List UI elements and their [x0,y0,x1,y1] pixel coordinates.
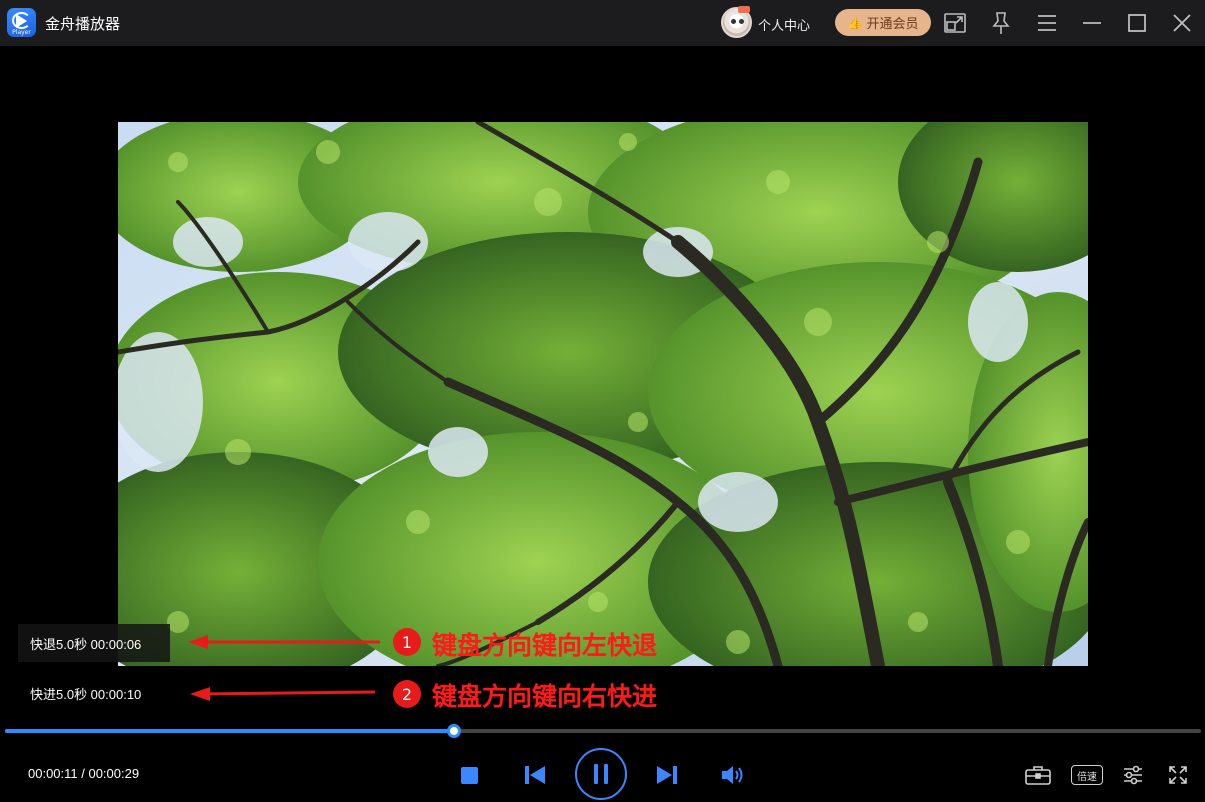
control-bar: 00:00:11 / 00:00:29 倍速 [0,745,1205,802]
vip-button-label: 开通会员 [866,17,919,32]
volume-icon[interactable] [720,762,746,788]
callout-number-2: 2 [393,680,421,708]
app-title: 金舟播放器 [45,15,121,33]
forward-osd: 快进5.0秒 00:00:10 [30,686,142,702]
menu-icon[interactable] [1034,10,1060,36]
avatar-eye-right [739,19,744,24]
thumbs-up-icon: 👍 [847,15,863,30]
app-logo-icon: Player [7,8,36,37]
avatar-eye-left [731,19,736,24]
pin-icon[interactable] [988,10,1014,36]
crown-icon [738,6,750,13]
vip-button[interactable]: 👍 开通会员 [835,9,931,36]
annotation-arrows [188,635,380,701]
progress-thumb[interactable] [446,724,461,738]
speed-button[interactable]: 倍速 [1071,765,1103,785]
mini-window-icon[interactable] [942,10,968,36]
user-avatar[interactable] [721,6,752,38]
settings-sliders-icon[interactable] [1120,762,1146,788]
close-icon[interactable] [1169,10,1195,36]
title-bar: Player 金舟播放器 个人中心 👍 开通会员 [0,0,1205,46]
fullscreen-icon[interactable] [1165,762,1191,788]
time-display: 00:00:11 / 00:00:29 [28,766,140,781]
callout-text-2: 键盘方向键向右快进 [432,682,658,711]
app-logo-text: Player [12,29,31,36]
user-center-link[interactable]: 个人中心 [758,15,810,34]
progress-bar[interactable] [5,724,1201,738]
progress-fill [5,729,454,733]
next-icon[interactable] [654,762,680,788]
pause-icon[interactable] [575,748,627,800]
toolbox-icon[interactable] [1024,762,1052,788]
rewind-osd: 快退5.0秒 00:00:06 [18,624,170,662]
prev-icon[interactable] [522,762,548,788]
maximize-icon[interactable] [1124,10,1150,36]
stop-icon[interactable] [458,764,480,786]
callout-number-1: 1 [393,628,421,656]
callout-text-1: 键盘方向键向左快退 [432,631,658,660]
video-frame[interactable] [118,122,1088,666]
minimize-icon[interactable] [1079,10,1105,36]
